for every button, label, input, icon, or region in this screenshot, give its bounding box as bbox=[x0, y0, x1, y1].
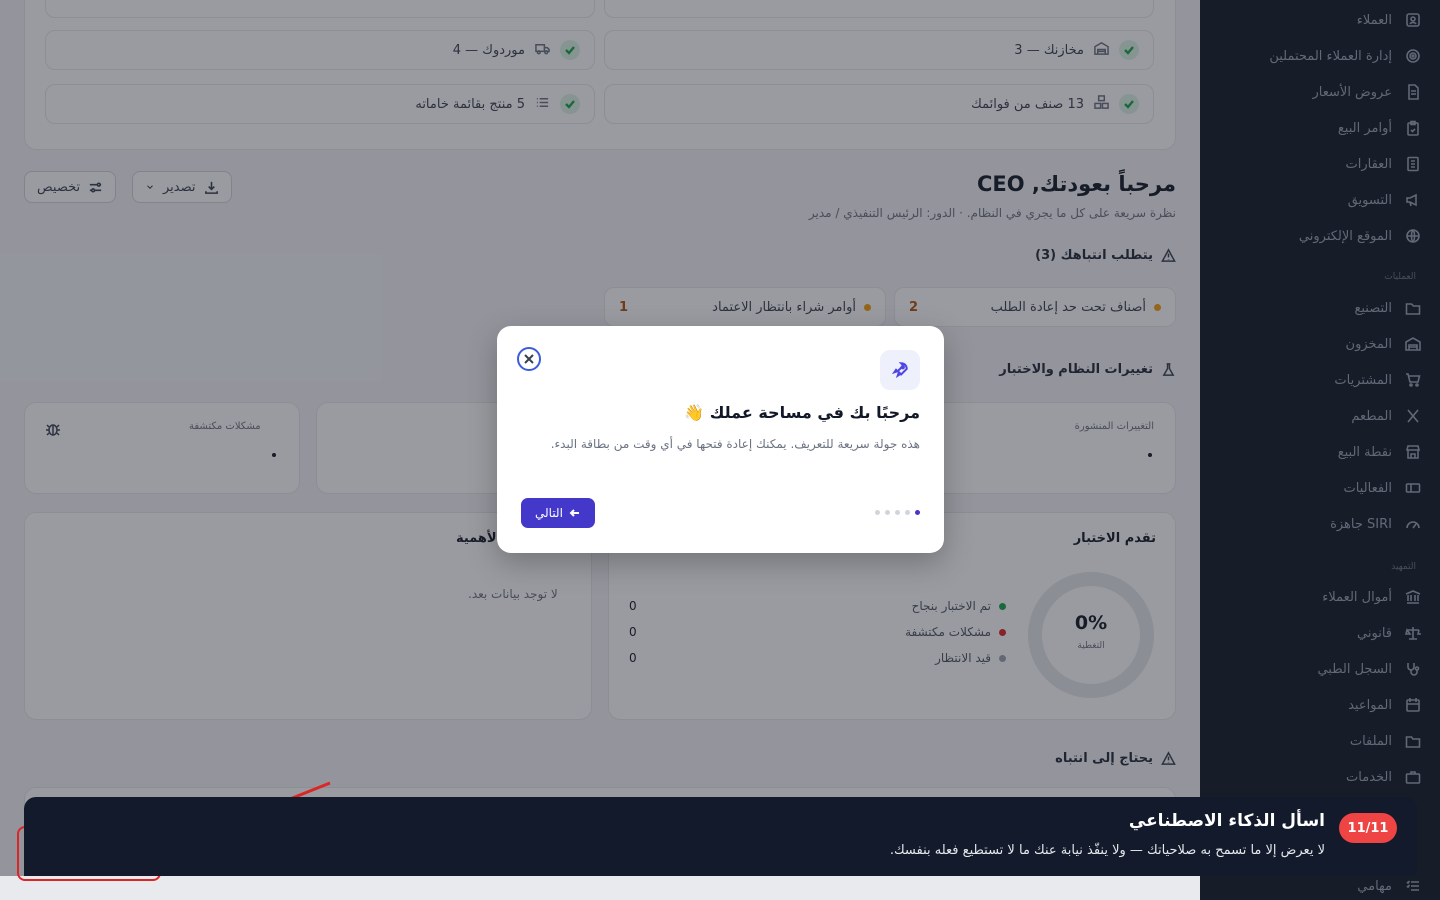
next-label: التالي bbox=[535, 506, 563, 520]
tour-progress-dots bbox=[875, 510, 920, 515]
tour-dot bbox=[875, 510, 880, 515]
next-button[interactable]: التالي bbox=[521, 498, 595, 528]
tour-title: مرحبًا بك في مساحة عملك 👋 bbox=[684, 403, 920, 422]
tour-dot bbox=[905, 510, 910, 515]
tour-dot bbox=[895, 510, 900, 515]
tour-body: هذه جولة سريعة للتعريف. يمكنك إعادة فتحه… bbox=[550, 437, 920, 451]
bottom-strip bbox=[0, 876, 1200, 900]
ai-hint-description: لا يعرض إلا ما تسمح به صلاحياتك — ولا ين… bbox=[889, 843, 1325, 858]
close-button[interactable] bbox=[517, 347, 541, 371]
close-icon bbox=[524, 354, 534, 364]
rocket-icon bbox=[880, 350, 920, 390]
tour-dot bbox=[915, 510, 920, 515]
tour-dot bbox=[885, 510, 890, 515]
ai-hint-bar: 11/11 اسأل الذكاء الاصطناعي لا يعرض إلا … bbox=[24, 797, 1417, 876]
tour-step-badge: 11/11 bbox=[1339, 813, 1397, 843]
welcome-tour-modal: مرحبًا بك في مساحة عملك 👋 هذه جولة سريعة… bbox=[497, 326, 944, 553]
arrow-left-icon bbox=[569, 509, 579, 517]
ai-hint-title: اسأل الذكاء الاصطناعي bbox=[1128, 811, 1325, 831]
